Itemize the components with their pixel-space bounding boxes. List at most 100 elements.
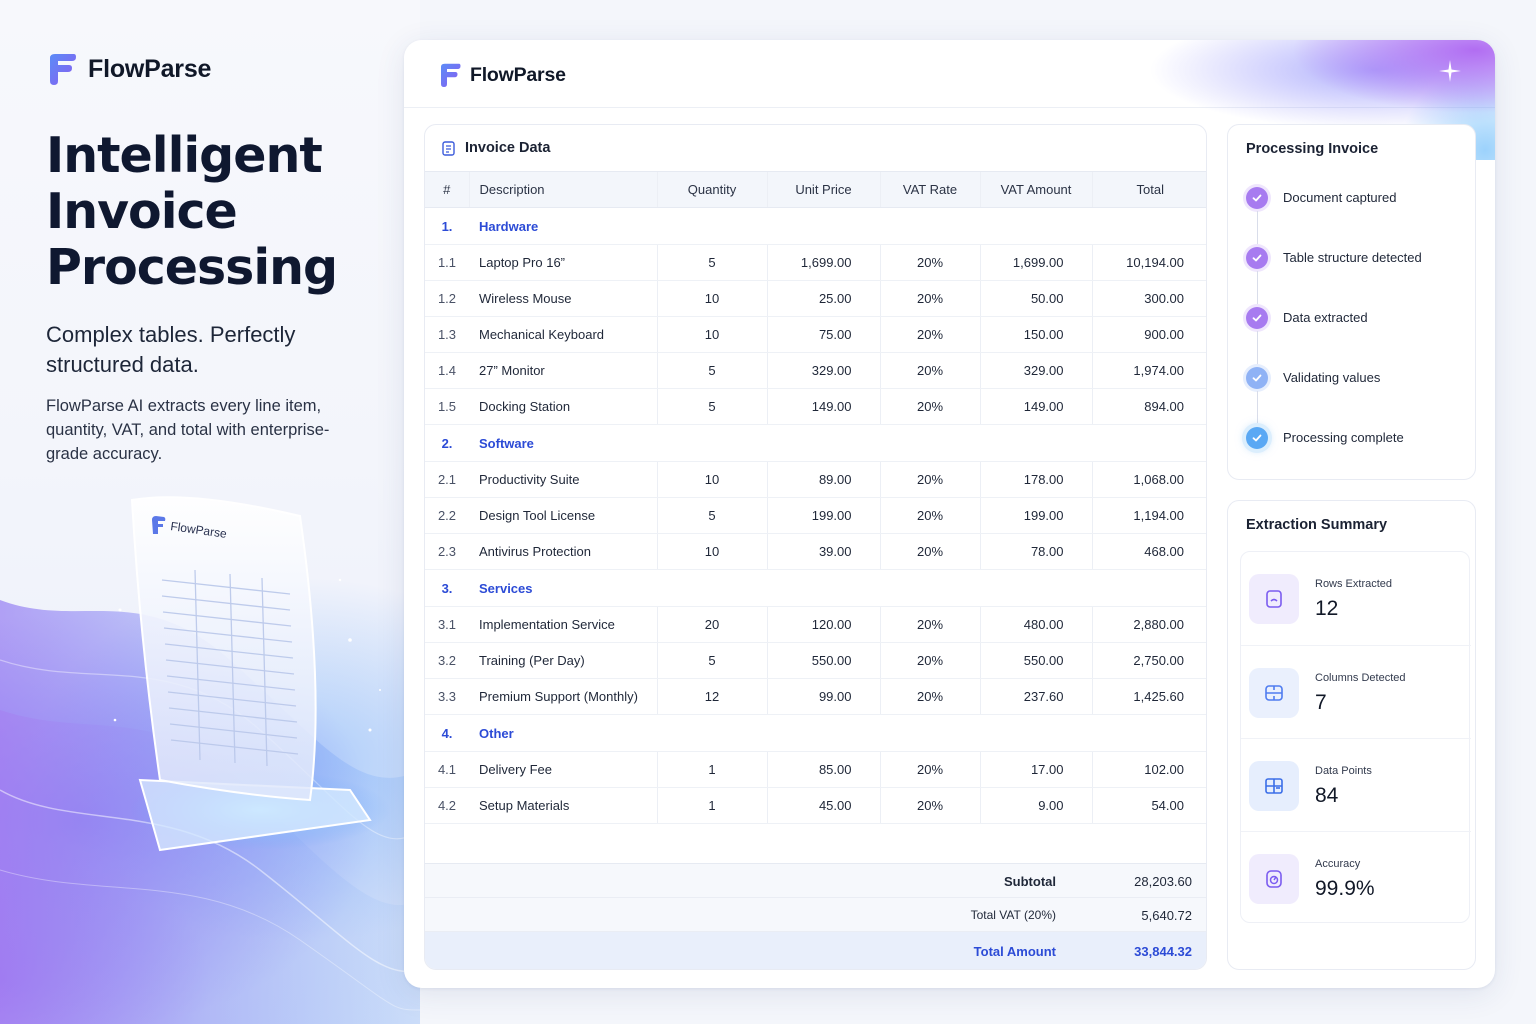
- item-vat-amount: 50.00: [979, 280, 1092, 317]
- item-unit-price: 89.00: [766, 461, 880, 498]
- item-vat-rate: 20%: [879, 461, 980, 498]
- item-vat-amount: 199.00: [979, 497, 1092, 534]
- item-vat-rate: 20%: [879, 497, 980, 534]
- summary-metric: Rows Extracted 12: [1241, 552, 1471, 645]
- step-connector: [1257, 331, 1258, 367]
- item-total: 102.00: [1091, 751, 1206, 788]
- total-amount-label: Total Amount: [973, 944, 1056, 959]
- summary-title: Extraction Summary: [1246, 517, 1388, 533]
- table-row[interactable]: 4.1 Delivery Fee 1 85.00 20% 17.00 102.00: [425, 751, 1206, 788]
- section-row[interactable]: 4. Other: [425, 714, 1206, 752]
- item-description: Antivirus Protection: [469, 533, 657, 570]
- subtotal-label: Subtotal: [1004, 874, 1056, 889]
- table-row[interactable]: 4.2 Setup Materials 1 45.00 20% 9.00 54.00: [425, 787, 1206, 824]
- item-description: Mechanical Keyboard: [469, 316, 657, 353]
- row-number: 3.1: [425, 606, 469, 643]
- step-label: Document captured: [1283, 190, 1397, 205]
- check-icon: [1252, 314, 1262, 322]
- gauge-icon: [1249, 854, 1299, 904]
- sparkle-icon: [1439, 60, 1461, 82]
- item-total: 300.00: [1091, 280, 1206, 317]
- invoice-totals: Subtotal 28,203.60 Total VAT (20%) 5,640…: [425, 863, 1206, 969]
- metric-value: 12: [1315, 597, 1339, 620]
- brand-name: FlowParse: [88, 54, 212, 83]
- item-total: 900.00: [1091, 316, 1206, 353]
- step-status-dot: [1246, 307, 1268, 329]
- item-description: Premium Support (Monthly): [469, 678, 657, 715]
- column-header[interactable]: Total: [1091, 171, 1206, 208]
- item-quantity: 5: [656, 642, 767, 679]
- section-number: 4.: [425, 714, 469, 752]
- table-row[interactable]: 2.3 Antivirus Protection 10 39.00 20% 78.00 46…: [425, 533, 1206, 570]
- row-number: 2.3: [425, 533, 469, 570]
- table-row[interactable]: 1.5 Docking Station 5 149.00 20% 149.00 894.00: [425, 388, 1206, 425]
- step-status-dot: [1246, 367, 1268, 389]
- app-brand[interactable]: FlowParse: [438, 62, 566, 88]
- vat-total-value: 5,640.72: [1141, 908, 1192, 923]
- column-header[interactable]: #: [425, 171, 469, 208]
- step-label: Processing complete: [1283, 430, 1404, 445]
- processing-step: Processing complete: [1246, 427, 1466, 487]
- table-row[interactable]: 1.2 Wireless Mouse 10 25.00 20% 50.00 300.00: [425, 280, 1206, 317]
- section-number: 3.: [425, 569, 469, 607]
- vat-total-row: Total VAT (20%) 5,640.72: [425, 898, 1206, 932]
- row-number: 1.4: [425, 352, 469, 389]
- table-row[interactable]: 2.1 Productivity Suite 10 89.00 20% 178.00 1,0…: [425, 461, 1206, 498]
- item-unit-price: 45.00: [766, 787, 880, 824]
- invoice-table: # Description Quantity Unit Price VAT Ra…: [425, 171, 1206, 824]
- section-row[interactable]: 3. Services: [425, 569, 1206, 607]
- item-unit-price: 199.00: [766, 497, 880, 534]
- section-row[interactable]: 1. Hardware: [425, 207, 1206, 245]
- section-name: Other: [469, 714, 1206, 752]
- summary-metric: Data Points 84: [1241, 738, 1471, 831]
- table-row[interactable]: 3.3 Premium Support (Monthly) 12 99.00 20% 23…: [425, 678, 1206, 715]
- item-vat-amount: 78.00: [979, 533, 1092, 570]
- item-vat-rate: 20%: [879, 787, 980, 824]
- app-header: FlowParse: [404, 40, 1495, 160]
- processing-step: Data extracted: [1246, 307, 1466, 367]
- column-header[interactable]: Unit Price: [766, 171, 880, 208]
- hero-title-line: Intelligent: [46, 127, 323, 184]
- column-header[interactable]: VAT Rate: [879, 171, 980, 208]
- item-vat-amount: 237.60: [979, 678, 1092, 715]
- item-description: Productivity Suite: [469, 461, 657, 498]
- column-header[interactable]: VAT Amount: [979, 171, 1092, 208]
- vat-total-label: Total VAT (20%): [970, 908, 1056, 922]
- processing-title: Processing Invoice: [1246, 141, 1379, 157]
- check-icon: [1252, 434, 1262, 442]
- item-vat-rate: 20%: [879, 606, 980, 643]
- invoice-panel-header: Invoice Data: [441, 140, 550, 156]
- step-status-dot: [1246, 187, 1268, 209]
- metric-label: Accuracy: [1315, 858, 1361, 870]
- table-row[interactable]: 1.4 27” Monitor 5 329.00 20% 329.00 1,974.00: [425, 352, 1206, 389]
- row-number: 4.1: [425, 751, 469, 788]
- subtotal-row: Subtotal 28,203.60: [425, 864, 1206, 898]
- row-number: 3.3: [425, 678, 469, 715]
- app-brand-name: FlowParse: [470, 63, 566, 86]
- table-row[interactable]: 1.1 Laptop Pro 16” 5 1,699.00 20% 1,699.00 10,…: [425, 244, 1206, 281]
- item-vat-amount: 17.00: [979, 751, 1092, 788]
- hero-title: Intelligent Invoice Processing: [46, 128, 386, 296]
- table-row[interactable]: 2.2 Design Tool License 5 199.00 20% 199.00 1,…: [425, 497, 1206, 534]
- item-vat-amount: 1,699.00: [979, 244, 1092, 281]
- processing-step: Document captured: [1246, 187, 1466, 247]
- flowparse-logo-icon: [50, 54, 76, 85]
- column-header[interactable]: Description: [468, 171, 657, 208]
- row-number: 2.2: [425, 497, 469, 534]
- table-row[interactable]: 3.1 Implementation Service 20 120.00 20% 480.…: [425, 606, 1206, 643]
- item-vat-amount: 178.00: [979, 461, 1092, 498]
- item-vat-rate: 20%: [879, 642, 980, 679]
- row-number: 1.1: [425, 244, 469, 281]
- section-number: 1.: [425, 207, 469, 245]
- section-row[interactable]: 2. Software: [425, 424, 1206, 462]
- total-amount-row: Total Amount 33,844.32: [425, 932, 1206, 969]
- table-row[interactable]: 1.3 Mechanical Keyboard 10 75.00 20% 150.00 90…: [425, 316, 1206, 353]
- item-vat-rate: 20%: [879, 352, 980, 389]
- item-vat-rate: 20%: [879, 244, 980, 281]
- item-description: Training (Per Day): [469, 642, 657, 679]
- table-row[interactable]: 3.2 Training (Per Day) 5 550.00 20% 550.00 2,7…: [425, 642, 1206, 679]
- column-header[interactable]: Quantity: [656, 171, 767, 208]
- row-number: 4.2: [425, 787, 469, 824]
- hero-title-line: Invoice: [46, 183, 238, 240]
- summary-metric: Accuracy 99.9%: [1241, 831, 1471, 924]
